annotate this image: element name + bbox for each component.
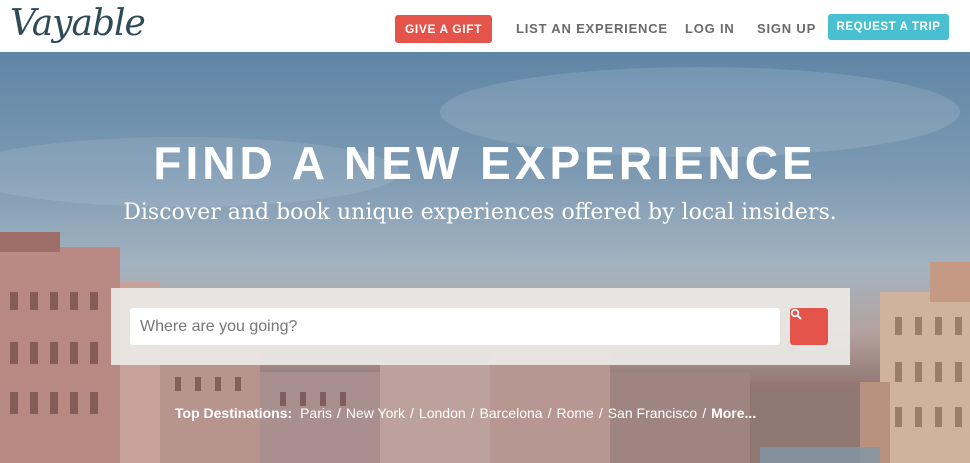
destination-new-york[interactable]: New York: [346, 405, 405, 421]
search-icon: [790, 308, 802, 320]
more-destinations-link[interactable]: More...: [711, 405, 756, 421]
top-destinations-label: Top Destinations:: [175, 405, 293, 421]
destination-paris[interactable]: Paris: [300, 405, 332, 421]
log-in-link[interactable]: LOG IN: [685, 21, 735, 36]
hero-subtitle: Discover and book unique experiences off…: [123, 200, 837, 225]
list-an-experience-link[interactable]: LIST AN EXPERIENCE: [516, 21, 668, 36]
top-destinations: Top Destinations: Paris / New York / London /…: [175, 405, 815, 421]
give-a-gift-button[interactable]: GIVE A GIFT: [395, 15, 492, 43]
search-button[interactable]: [790, 308, 828, 345]
destination-barcelona[interactable]: Barcelona: [480, 405, 543, 421]
destination-search-input[interactable]: [130, 308, 780, 345]
search-panel: [111, 288, 850, 365]
request-a-trip-button[interactable]: REQUEST A TRIP: [828, 14, 949, 40]
separator: /: [336, 405, 341, 421]
separator: /: [410, 405, 414, 421]
destination-london[interactable]: London: [419, 405, 466, 421]
separator: /: [470, 405, 475, 421]
venice-canal-background: [0, 67, 970, 463]
sign-up-link[interactable]: SIGN UP: [757, 21, 816, 36]
separator: /: [598, 405, 603, 421]
site-header: Vayable GIVE A GIFT LIST AN EXPERIENCE L…: [0, 0, 970, 52]
hero-title: FIND A NEW EXPERIENCE: [153, 137, 817, 189]
destination-san-francisco[interactable]: San Francisco: [608, 405, 697, 421]
destination-rome[interactable]: Rome: [556, 405, 593, 421]
hero-banner: FIND A NEW EXPERIENCE Discover and book …: [0, 52, 970, 463]
separator: /: [547, 405, 552, 421]
vayable-logo[interactable]: Vayable: [10, 2, 146, 46]
separator: /: [702, 405, 707, 421]
